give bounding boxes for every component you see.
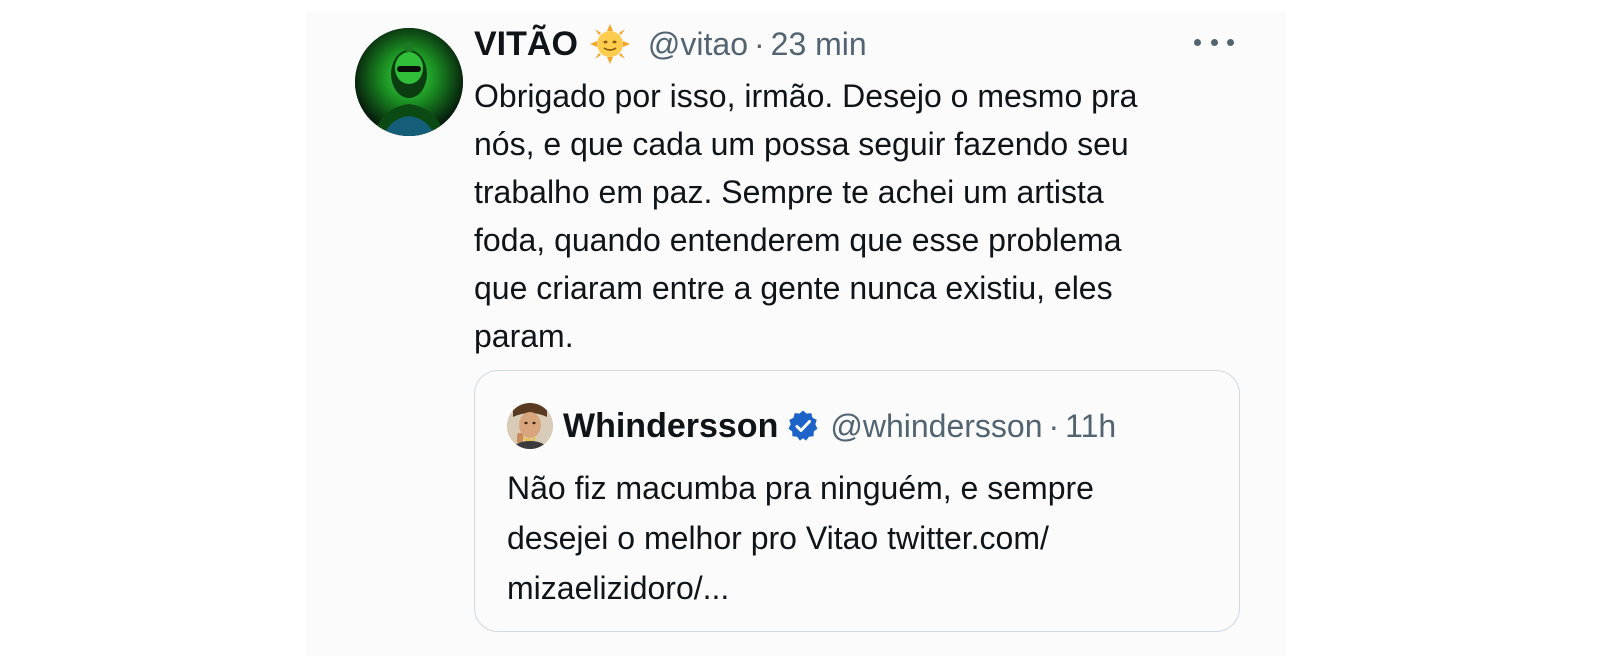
more-dot [1227, 38, 1234, 46]
header-separator: · [753, 25, 765, 62]
avatar-image [355, 28, 463, 136]
sun-with-face-emoji-icon [589, 24, 630, 64]
quoted-tweet-text: Não fiz macumba pra ninguém, e sempre de… [507, 470, 1094, 606]
tweet-card[interactable]: VITÃO @vitao · 23 min Obrigado por isso,… [306, 12, 1286, 656]
screenshot-stage: VITÃO @vitao · 23 min Obrigado por isso,… [0, 0, 1600, 664]
more-dot [1210, 38, 1218, 46]
tweet-timestamp[interactable]: 23 min [771, 26, 867, 63]
quoted-author-avatar[interactable] [507, 403, 553, 449]
quoted-author-display-name[interactable]: Whindersson [563, 407, 778, 446]
quoted-tweet[interactable]: Whindersson @whindersson · 11h Não fiz m… [474, 370, 1240, 632]
tweet-header: VITÃO @vitao · 23 min [474, 22, 867, 66]
tweet-text: Obrigado por isso, irmão. Desejo o mesmo… [474, 78, 1138, 354]
quoted-author-handle[interactable]: @whindersson [830, 408, 1042, 445]
quoted-header-separator: · [1048, 407, 1060, 444]
verified-badge-icon [786, 409, 820, 443]
author-handle[interactable]: @vitao [648, 26, 748, 63]
author-avatar[interactable] [355, 28, 463, 136]
more-options-icon[interactable] [1194, 32, 1234, 52]
author-display-name[interactable]: VITÃO [474, 25, 578, 64]
quoted-tweet-timestamp[interactable]: 11h [1065, 408, 1116, 445]
more-dot [1194, 38, 1201, 46]
quoted-avatar-image [507, 403, 553, 449]
quoted-tweet-header: Whindersson @whindersson · 11h [563, 401, 1116, 451]
